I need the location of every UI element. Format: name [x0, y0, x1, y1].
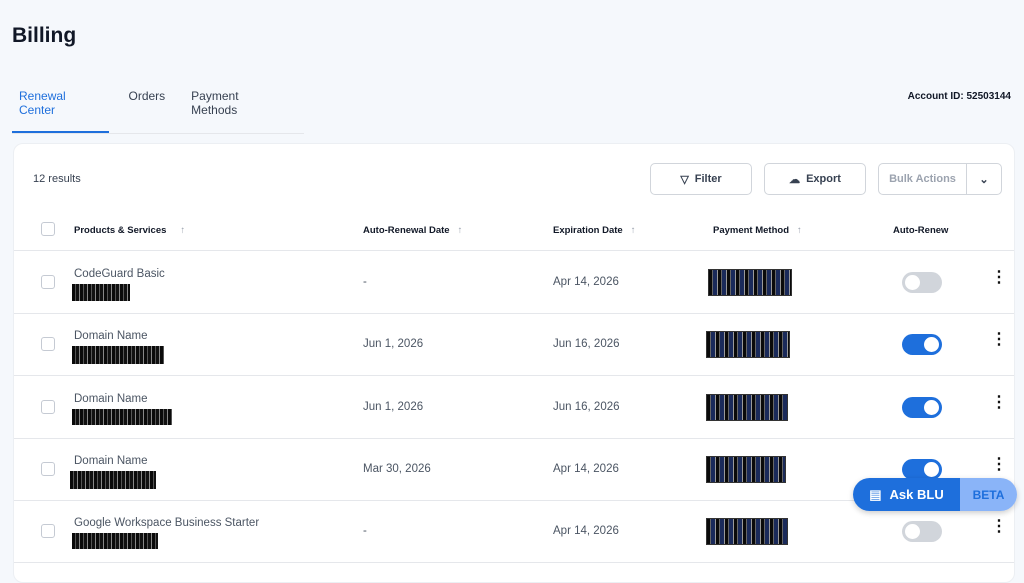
col-payment-method[interactable]: Payment Method ↑ — [713, 225, 802, 236]
auto-renew-toggle[interactable] — [902, 458, 942, 480]
auto-renewal-date: Mar 30, 2026 — [363, 462, 431, 475]
col-products[interactable]: Products & Services ↑ — [74, 225, 185, 236]
product-name: Domain Name — [74, 392, 148, 405]
auto-renewal-date: Jun 1, 2026 — [363, 400, 424, 413]
more-options-icon[interactable]: ⋮ — [991, 332, 1007, 348]
col-auto-renew: Auto-Renew — [893, 225, 949, 236]
row-checkbox[interactable] — [41, 524, 55, 539]
auto-renew-toggle[interactable] — [902, 396, 942, 418]
tab-renewal-center[interactable]: Renewal Center — [12, 84, 110, 133]
row-checkbox[interactable] — [41, 461, 55, 476]
expiration-date: Apr 14, 2026 — [553, 462, 619, 475]
chat-icon: ▤ — [869, 486, 882, 502]
product-name: Domain Name — [74, 330, 148, 343]
redacted-domain — [70, 470, 156, 489]
table-row: Google Workspace Business Starter - Apr … — [14, 501, 1014, 564]
filter-button[interactable]: ▽ Filter — [650, 163, 752, 195]
cloud-download-icon: ☁ — [789, 173, 801, 186]
auto-renew-toggle[interactable] — [902, 334, 942, 356]
select-all-checkbox[interactable] — [41, 222, 55, 236]
product-name: Google Workspace Business Starter — [74, 517, 260, 530]
page-title: Billing — [12, 24, 77, 47]
tab-orders[interactable]: Orders — [121, 84, 172, 133]
payment-method-redacted — [706, 393, 788, 421]
auto-renew-toggle[interactable] — [902, 272, 942, 293]
payment-method-redacted — [708, 269, 792, 296]
more-options-icon[interactable]: ⋮ — [991, 394, 1007, 411]
more-options-icon[interactable]: ⋮ — [991, 270, 1007, 286]
redacted-domain — [72, 346, 164, 365]
product-name: Domain Name — [74, 454, 148, 467]
tabs: Renewal Center Orders Payment Methods — [12, 84, 304, 134]
beta-badge: BETA — [960, 478, 1017, 511]
expiration-date: Apr 14, 2026 — [553, 525, 619, 538]
product-name: CodeGuard Basic — [74, 268, 165, 280]
col-auto-renewal-date[interactable]: Auto-Renewal Date ↑ — [363, 225, 462, 236]
chevron-down-icon[interactable]: ⌄ — [967, 173, 1001, 186]
table-row: CodeGuard Basic - Apr 14, 2026 ⋮ — [14, 252, 1014, 314]
expiration-date: Jun 16, 2026 — [553, 400, 620, 413]
more-options-icon[interactable]: ⋮ — [991, 519, 1007, 535]
table-row: Domain Name Jun 1, 2026 Jun 16, 2026 ⋮ — [14, 314, 1014, 377]
filter-icon: ▽ — [680, 173, 689, 186]
bulk-actions-button[interactable]: Bulk Actions ⌄ — [878, 163, 1002, 195]
redacted-domain — [72, 408, 172, 425]
auto-renewal-date: - — [363, 276, 367, 288]
account-id: Account ID: 52503144 — [907, 91, 1011, 102]
col-expiration-date[interactable]: Expiration Date ↑ — [553, 225, 635, 236]
redacted-domain — [72, 533, 158, 550]
row-checkbox[interactable] — [41, 399, 55, 414]
auto-renew-toggle[interactable] — [902, 521, 942, 543]
tab-payment-methods[interactable]: Payment Methods — [184, 84, 292, 133]
export-button[interactable]: ☁ Export — [764, 163, 866, 195]
auto-renewal-date: - — [363, 525, 367, 538]
payment-method-redacted — [706, 331, 790, 359]
row-checkbox[interactable] — [41, 275, 55, 289]
expiration-date: Apr 14, 2026 — [553, 276, 619, 288]
redacted-domain — [72, 284, 130, 301]
auto-renewal-date: Jun 1, 2026 — [363, 338, 424, 351]
renewals-card: 12 results ▽ Filter ☁ Export Bulk Actions … — [13, 143, 1015, 583]
row-checkbox[interactable] — [41, 337, 55, 352]
table-header: Products & Services ↑ Auto-Renewal Date ↑ … — [14, 208, 1014, 251]
ask-blu-button[interactable]: ▤ Ask BLU BETA — [853, 478, 1017, 511]
results-count: 12 results — [33, 173, 81, 185]
payment-method-redacted — [706, 518, 788, 546]
payment-method-redacted — [706, 455, 786, 483]
table-row: Domain Name Jun 1, 2026 Jun 16, 2026 ⋮ — [14, 377, 1014, 439]
more-options-icon[interactable]: ⋮ — [991, 456, 1007, 473]
expiration-date: Jun 16, 2026 — [553, 338, 620, 351]
